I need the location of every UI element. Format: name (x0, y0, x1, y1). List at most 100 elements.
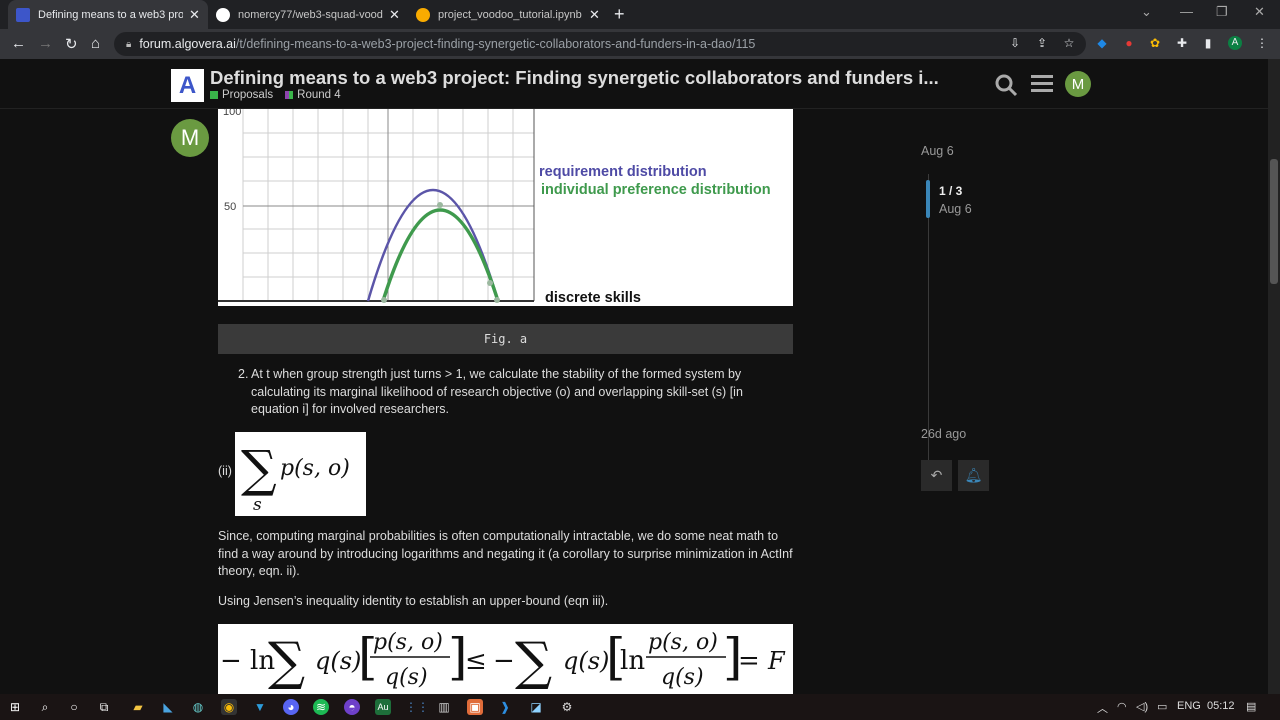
svg-text:−: − (493, 646, 515, 676)
svg-text:q(s): q(s) (563, 647, 609, 675)
svg-text:q(s): q(s) (385, 665, 428, 690)
scrollbar-thumb[interactable] (1270, 159, 1278, 284)
tab-colab[interactable]: project_voodoo_tutorial.ipynb - Colabora… (408, 0, 608, 29)
paragraph-jensen: Using Jensen’s inequality identity to es… (218, 594, 609, 608)
close-tab-icon[interactable]: ✕ (389, 7, 400, 23)
app-grid-icon[interactable]: ⋮⋮ (405, 699, 429, 715)
windows-start-icon[interactable]: ⊞ (7, 699, 23, 715)
close-tab-icon[interactable]: ✕ (189, 7, 200, 23)
forward-icon[interactable]: → (38, 35, 53, 52)
reply-button[interactable]: ↶ (921, 460, 952, 491)
figure-caption: Fig. a (218, 324, 793, 354)
github-favicon-icon (216, 7, 230, 22)
svg-text:s: s (253, 495, 262, 515)
chrome-icon[interactable]: ◉ (221, 699, 237, 715)
curve-point (437, 202, 443, 208)
task-view-icon[interactable]: ⧉ (96, 699, 112, 715)
vscode-icon[interactable]: ❱ (497, 699, 513, 715)
category-proposals[interactable]: Proposals (210, 89, 273, 101)
new-tab-button[interactable]: + (614, 4, 625, 25)
notifications-icon[interactable]: ▤ (1246, 700, 1256, 713)
tray-chevron-icon[interactable]: ︿ (1097, 700, 1108, 716)
post-author-avatar[interactable]: M (171, 119, 209, 157)
spotify-icon[interactable]: ≋ (313, 699, 329, 715)
curve-point (487, 280, 493, 286)
timeline-handle[interactable] (926, 180, 930, 218)
restore-button[interactable]: ❐ (1216, 4, 1228, 20)
extension-red-icon[interactable]: ● (1122, 36, 1136, 50)
close-window-button[interactable]: ✕ (1254, 4, 1265, 20)
app-blue-icon[interactable]: ◣ (160, 699, 176, 715)
category-color-icon (210, 91, 218, 99)
language-indicator[interactable]: ENG (1177, 700, 1201, 712)
vpn-icon[interactable]: ▼ (252, 699, 268, 715)
svg-text:∑: ∑ (268, 632, 305, 692)
figure-a-image: 100 50 requirement distribution individu… (218, 109, 793, 306)
topic-title[interactable]: Defining means to a web3 project: Findin… (210, 67, 939, 89)
globe-icon[interactable]: ◍ (190, 699, 206, 715)
share-icon[interactable]: ⇪ (1035, 36, 1049, 50)
svg-text:q(s): q(s) (315, 647, 361, 675)
extension-shield-icon[interactable]: ◆ (1095, 36, 1109, 50)
legend-requirement: requirement distribution (539, 164, 707, 180)
app-au-icon[interactable]: Au (375, 699, 391, 715)
topic-timeline: Aug 6 1 / 3 Aug 6 26d ago ↶ 🔔︎ (921, 144, 1041, 491)
windows-taskbar: ⊞ ⌕ ○ ⧉ ▰ ◣ ◍ ◉ ▼ ◕ ≋ ◓ Au ⋮⋮ ▥ ▣ ❱ ◪ ⚙ … (0, 694, 1280, 720)
timeline-start-date[interactable]: Aug 6 (921, 144, 1041, 158)
minimize-button[interactable]: — (1180, 4, 1193, 19)
side-panel-icon[interactable]: ▮ (1201, 36, 1215, 50)
paragraph-marginal: Since, computing marginal probabilities … (218, 529, 793, 578)
tab-forum[interactable]: Defining means to a web3 project: Findin… (8, 0, 208, 29)
svg-text:ln: ln (620, 646, 645, 676)
install-app-icon[interactable]: ⇩ (1008, 36, 1022, 50)
bookmark-star-icon[interactable]: ☆ (1062, 36, 1076, 50)
battery-icon[interactable]: ▭ (1157, 700, 1167, 713)
search-icon[interactable] (994, 73, 1018, 103)
curve-point (381, 297, 387, 303)
timeline-position: 1 / 3 (939, 184, 963, 198)
svg-text:∑: ∑ (515, 632, 552, 692)
category-round-4[interactable]: Round 4 (285, 89, 341, 101)
svg-text:q(s): q(s) (661, 665, 704, 690)
back-icon[interactable]: ← (11, 35, 26, 52)
home-icon[interactable]: ⌂ (91, 35, 100, 52)
algovera-logo[interactable]: A (171, 69, 204, 102)
browser-chrome: Defining means to a web3 project: Findin… (0, 0, 1280, 59)
volume-icon[interactable]: ◁) (1136, 700, 1148, 713)
settings-gear-icon[interactable]: ⚙ (559, 699, 575, 715)
discord-icon[interactable]: ◕ (283, 699, 299, 715)
page-scrollbar[interactable] (1268, 59, 1280, 694)
github-desktop-icon[interactable]: ◓ (344, 699, 360, 715)
menu-kebab-icon[interactable]: ⋮ (1255, 36, 1269, 50)
app-orange-icon[interactable]: ▣ (467, 699, 483, 715)
file-explorer-icon[interactable]: ▰ (130, 699, 146, 715)
search-taskbar-icon[interactable]: ⌕ (37, 699, 53, 715)
clock[interactable]: 05:12 (1207, 700, 1235, 712)
cortana-icon[interactable]: ○ (66, 699, 82, 715)
reload-icon[interactable]: ↻ (65, 35, 78, 53)
address-bar[interactable]: 🔒︎ forum.algovera.ai/t/defining-means-to… (114, 32, 1086, 56)
equation-ii-label: (ii) (218, 464, 232, 478)
app-pad-icon[interactable]: ◪ (528, 699, 544, 715)
notification-button[interactable]: 🔔︎ (958, 460, 989, 491)
app-piano-icon[interactable]: ▥ (436, 699, 452, 715)
hamburger-menu-icon[interactable] (1031, 73, 1053, 101)
extension-color-icon[interactable]: ✿ (1148, 36, 1162, 50)
tab-github[interactable]: nomercy77/web3-squad-voodoo ✕ (208, 0, 408, 29)
y-tick-50: 50 (224, 201, 236, 213)
preference-curve (381, 208, 500, 302)
close-tab-icon[interactable]: ✕ (589, 7, 600, 23)
svg-text:p(s, o): p(s, o) (373, 630, 443, 655)
svg-text:≤: ≤ (465, 646, 487, 676)
svg-text:p(s, o): p(s, o) (648, 630, 718, 655)
profile-avatar-icon[interactable]: A (1228, 36, 1242, 50)
timeline-end-date[interactable]: 26d ago (921, 427, 966, 441)
svg-text:p(s, o): p(s, o) (280, 456, 350, 481)
site-header: A Defining means to a web3 project: Find… (0, 59, 1268, 109)
equation-iii-image: − ln ∑ q(s) [ p(s, o) q(s) ] ≤ − ∑ q(s) … (218, 624, 793, 694)
extensions-puzzle-icon[interactable]: ✚ (1175, 36, 1189, 50)
tab-search-icon[interactable]: ⌄ (1141, 4, 1152, 20)
wifi-icon[interactable]: ◠ (1117, 700, 1127, 713)
user-avatar[interactable]: M (1065, 71, 1091, 97)
algovera-favicon-icon (16, 7, 30, 22)
